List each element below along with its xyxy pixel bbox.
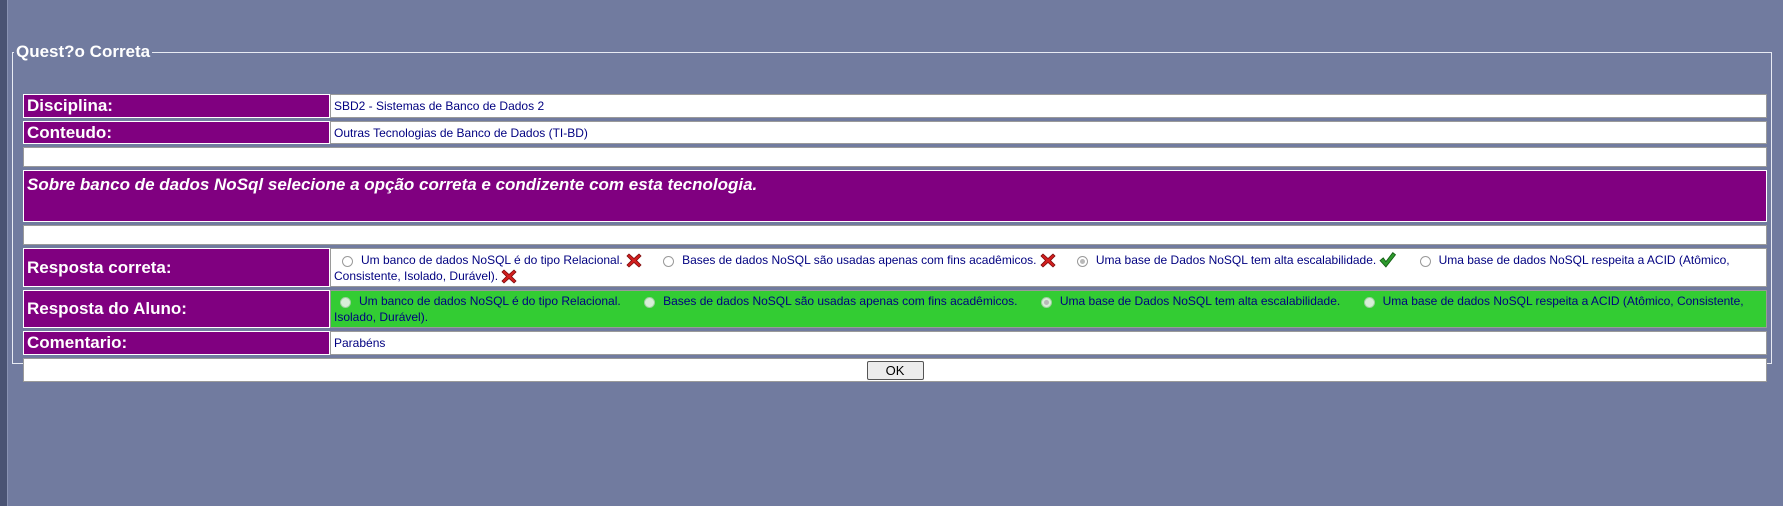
spacer-row <box>23 225 1767 245</box>
wrong-x-icon <box>626 253 642 268</box>
conteudo-value: Outras Tecnologias de Banco de Dados (TI… <box>330 121 1767 144</box>
correct-option-2: Bases de dados NoSQL são usadas apenas c… <box>645 253 1056 268</box>
radio-button[interactable] <box>644 297 656 308</box>
wrong-x-icon <box>501 269 517 284</box>
correct-option-1: Um banco de dados NoSQL é do tipo Relaci… <box>334 253 642 268</box>
comentario-label: Comentario: <box>23 331 330 355</box>
question-table: Disciplina: SBD2 - Sistemas de Banco de … <box>23 91 1767 385</box>
radio-button[interactable] <box>340 297 351 308</box>
option-label: Bases de dados NoSQL são usadas apenas c… <box>663 294 1018 308</box>
student-option-2: Bases de dados NoSQL são usadas apenas c… <box>624 294 1018 308</box>
spacer-row <box>23 147 1767 167</box>
option-label: Um banco de dados NoSQL é do tipo Relaci… <box>361 253 623 267</box>
wrong-x-icon <box>1039 253 1056 268</box>
student-option-1: Um banco de dados NoSQL é do tipo Relaci… <box>334 294 621 308</box>
disciplina-value: SBD2 - Sistemas de Banco de Dados 2 <box>330 94 1767 118</box>
radio-button[interactable] <box>663 256 675 267</box>
option-label: Uma base de Dados NoSQL tem alta escalab… <box>1059 294 1341 308</box>
option-label: Um banco de dados NoSQL é do tipo Relaci… <box>359 294 621 308</box>
ok-row: OK <box>23 358 1767 382</box>
option-label: Bases de dados NoSQL são usadas apenas c… <box>682 253 1037 267</box>
disciplina-label: Disciplina: <box>23 94 330 118</box>
radio-button[interactable] <box>1363 297 1375 308</box>
option-label: Uma base de Dados NoSQL tem alta escalab… <box>1095 253 1377 267</box>
radio-button-checked[interactable] <box>1076 256 1088 267</box>
correct-option-3: Uma base de Dados NoSQL tem alta escalab… <box>1059 251 1397 268</box>
question-fieldset: Quest?o Correta Disciplina: SBD2 - Siste… <box>12 42 1772 382</box>
radio-button[interactable] <box>342 256 353 267</box>
resposta-aluno-label: Resposta do Aluno: <box>23 290 330 328</box>
left-frame-border <box>0 0 8 506</box>
ok-button[interactable]: OK <box>866 360 924 380</box>
student-option-3: Uma base de Dados NoSQL tem alta escalab… <box>1021 294 1340 308</box>
radio-button-checked[interactable] <box>1040 297 1052 308</box>
comentario-value: Parabéns <box>330 331 1767 355</box>
resposta-aluno-options: Um banco de dados NoSQL é do tipo Relaci… <box>330 290 1767 328</box>
fieldset-legend: Quest?o Correta <box>16 42 151 61</box>
conteudo-label: Conteudo: <box>23 121 330 144</box>
check-icon <box>1379 251 1397 268</box>
resposta-correta-options: Um banco de dados NoSQL é do tipo Relaci… <box>330 248 1767 287</box>
radio-button[interactable] <box>1419 256 1431 267</box>
question-text: Sobre banco de dados NoSql selecione a o… <box>23 170 1767 222</box>
resposta-correta-label: Resposta correta: <box>23 248 330 287</box>
